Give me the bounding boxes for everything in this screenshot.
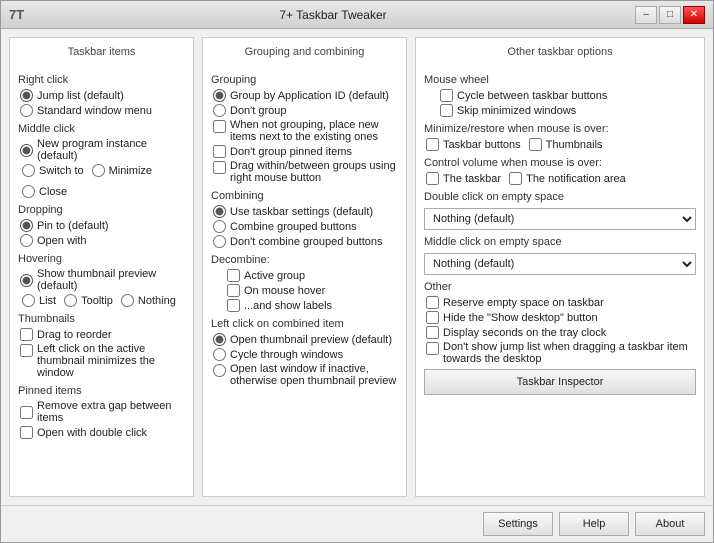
restore-button[interactable]: □ xyxy=(659,6,681,24)
help-button[interactable]: Help xyxy=(559,512,629,536)
group-by-app-id[interactable]: Group by Application ID (default) xyxy=(213,89,398,102)
drag-to-reorder[interactable]: Drag to reorder xyxy=(20,328,185,341)
pinned-group: Remove extra gap between items Open with… xyxy=(20,400,185,439)
mouse-wheel-group: Cycle between taskbar buttons Skip minim… xyxy=(440,89,696,117)
middle-click-switch[interactable]: Switch to xyxy=(22,164,84,177)
display-seconds[interactable]: Display seconds on the tray clock xyxy=(426,326,696,339)
middle-click-new-instance[interactable]: New program instance (default) xyxy=(20,138,185,162)
control-volume-inline: The taskbar The notification area xyxy=(426,172,696,185)
minimize-inline: Taskbar buttons Thumbnails xyxy=(426,138,696,151)
combining-label: Combining xyxy=(211,190,398,202)
dropping-open[interactable]: Open with xyxy=(20,234,185,247)
grouping-group: Group by Application ID (default) Don't … xyxy=(213,89,398,184)
decombine-active-group[interactable]: Active group xyxy=(227,269,398,282)
app-icon: 7T xyxy=(9,7,25,23)
middle-click-empty-label: Middle click on empty space xyxy=(424,236,696,248)
dropping-label: Dropping xyxy=(18,204,185,216)
bottom-bar: Settings Help About xyxy=(1,505,713,542)
middle-click-label: Middle click xyxy=(18,123,185,135)
hovering-list[interactable]: List xyxy=(22,294,56,307)
mouse-wheel-label: Mouse wheel xyxy=(424,74,696,86)
dont-show-jump-list[interactable]: Don't show jump list when dragging a tas… xyxy=(426,341,696,365)
other-label: Other xyxy=(424,281,696,293)
decombine-label: Decombine: xyxy=(211,254,398,266)
minimize-label: Minimize/restore when mouse is over: xyxy=(424,123,696,135)
dropping-pin[interactable]: Pin to (default) xyxy=(20,219,185,232)
control-volume-label: Control volume when mouse is over: xyxy=(424,157,696,169)
taskbar-buttons-checkbox[interactable]: Taskbar buttons xyxy=(426,138,521,151)
close-button[interactable]: ✕ xyxy=(683,6,705,24)
dont-combine-grouped[interactable]: Don't combine grouped buttons xyxy=(213,235,398,248)
place-next-existing[interactable]: When not grouping, place new items next … xyxy=(213,119,398,143)
hovering-inline-row: List Tooltip Nothing xyxy=(22,294,185,307)
middle-click-group: New program instance (default) Switch to… xyxy=(20,138,185,198)
the-taskbar-checkbox[interactable]: The taskbar xyxy=(426,172,501,185)
left-click-combined-label: Left click on combined item xyxy=(211,318,398,330)
cycle-windows[interactable]: Cycle through windows xyxy=(213,348,398,361)
decombine-group: Active group On mouse hover ...and show … xyxy=(227,269,398,312)
combine-grouped[interactable]: Combine grouped buttons xyxy=(213,220,398,233)
about-button[interactable]: About xyxy=(635,512,705,536)
taskbar-items-panel: Taskbar items Right click Jump list (def… xyxy=(9,37,194,497)
pinned-label: Pinned items xyxy=(18,385,185,397)
thumbnails-checkbox[interactable]: Thumbnails xyxy=(529,138,603,151)
middle-click-inline-row: Switch to Minimize Close xyxy=(22,164,185,198)
left-panel-title: Taskbar items xyxy=(18,46,185,62)
middle-click-select[interactable]: Nothing (default) Show desktop Task Mana… xyxy=(424,253,696,275)
combining-group: Use taskbar settings (default) Combine g… xyxy=(213,205,398,248)
dont-group-pinned[interactable]: Don't group pinned items xyxy=(213,145,398,158)
hide-show-desktop[interactable]: Hide the "Show desktop" button xyxy=(426,311,696,324)
middle-click-close[interactable]: Close xyxy=(22,185,67,198)
right-click-jump-list[interactable]: Jump list (default) xyxy=(20,89,185,102)
use-taskbar-settings[interactable]: Use taskbar settings (default) xyxy=(213,205,398,218)
drag-within-groups[interactable]: Drag within/between groups using right m… xyxy=(213,160,398,184)
window-controls: – □ ✕ xyxy=(635,6,705,24)
open-thumbnail-preview[interactable]: Open thumbnail preview (default) xyxy=(213,333,398,346)
dont-group[interactable]: Don't group xyxy=(213,104,398,117)
decombine-show-labels[interactable]: ...and show labels xyxy=(227,299,398,312)
right-click-label: Right click xyxy=(18,74,185,86)
left-click-minimizes[interactable]: Left click on the active thumbnail minim… xyxy=(20,343,185,379)
decombine-mouse-hover[interactable]: On mouse hover xyxy=(227,284,398,297)
skip-minimized[interactable]: Skip minimized windows xyxy=(440,104,696,117)
minimize-button[interactable]: – xyxy=(635,6,657,24)
cycle-taskbar-buttons[interactable]: Cycle between taskbar buttons xyxy=(440,89,696,102)
double-click-label: Double click on empty space xyxy=(424,191,696,203)
thumbnails-label: Thumbnails xyxy=(18,313,185,325)
double-click-select[interactable]: Nothing (default) Show desktop Task Mana… xyxy=(424,208,696,230)
other-options-panel: Other taskbar options Mouse wheel Cycle … xyxy=(415,37,705,497)
settings-button[interactable]: Settings xyxy=(483,512,553,536)
taskbar-inspector-button[interactable]: Taskbar Inspector xyxy=(424,369,696,395)
thumbnails-group: Drag to reorder Left click on the active… xyxy=(20,328,185,379)
left-click-group: Open thumbnail preview (default) Cycle t… xyxy=(213,333,398,387)
open-last-window[interactable]: Open last window if inactive, otherwise … xyxy=(213,363,398,387)
right-click-group: Jump list (default) Standard window menu xyxy=(20,89,185,117)
hovering-thumbnail[interactable]: Show thumbnail preview (default) xyxy=(20,268,185,292)
notification-area-checkbox[interactable]: The notification area xyxy=(509,172,626,185)
title-bar: 7T 7+ Taskbar Tweaker – □ ✕ xyxy=(1,1,713,29)
mid-panel-title: Grouping and combining xyxy=(211,46,398,62)
hovering-tooltip[interactable]: Tooltip xyxy=(64,294,113,307)
reserve-empty-space[interactable]: Reserve empty space on taskbar xyxy=(426,296,696,309)
hovering-group: Show thumbnail preview (default) List To… xyxy=(20,268,185,307)
remove-extra-gap[interactable]: Remove extra gap between items xyxy=(20,400,185,424)
grouping-panel: Grouping and combining Grouping Group by… xyxy=(202,37,407,497)
grouping-label: Grouping xyxy=(211,74,398,86)
open-double-click[interactable]: Open with double click xyxy=(20,426,185,439)
middle-click-minimize[interactable]: Minimize xyxy=(92,164,152,177)
right-click-standard[interactable]: Standard window menu xyxy=(20,104,185,117)
right-panel-title: Other taskbar options xyxy=(424,46,696,62)
main-window: 7T 7+ Taskbar Tweaker – □ ✕ Taskbar item… xyxy=(0,0,714,543)
window-title: 7+ Taskbar Tweaker xyxy=(31,8,635,22)
dropping-group: Pin to (default) Open with xyxy=(20,219,185,247)
hovering-label: Hovering xyxy=(18,253,185,265)
hovering-nothing[interactable]: Nothing xyxy=(121,294,176,307)
content-area: Taskbar items Right click Jump list (def… xyxy=(1,29,713,505)
other-group: Reserve empty space on taskbar Hide the … xyxy=(426,296,696,365)
